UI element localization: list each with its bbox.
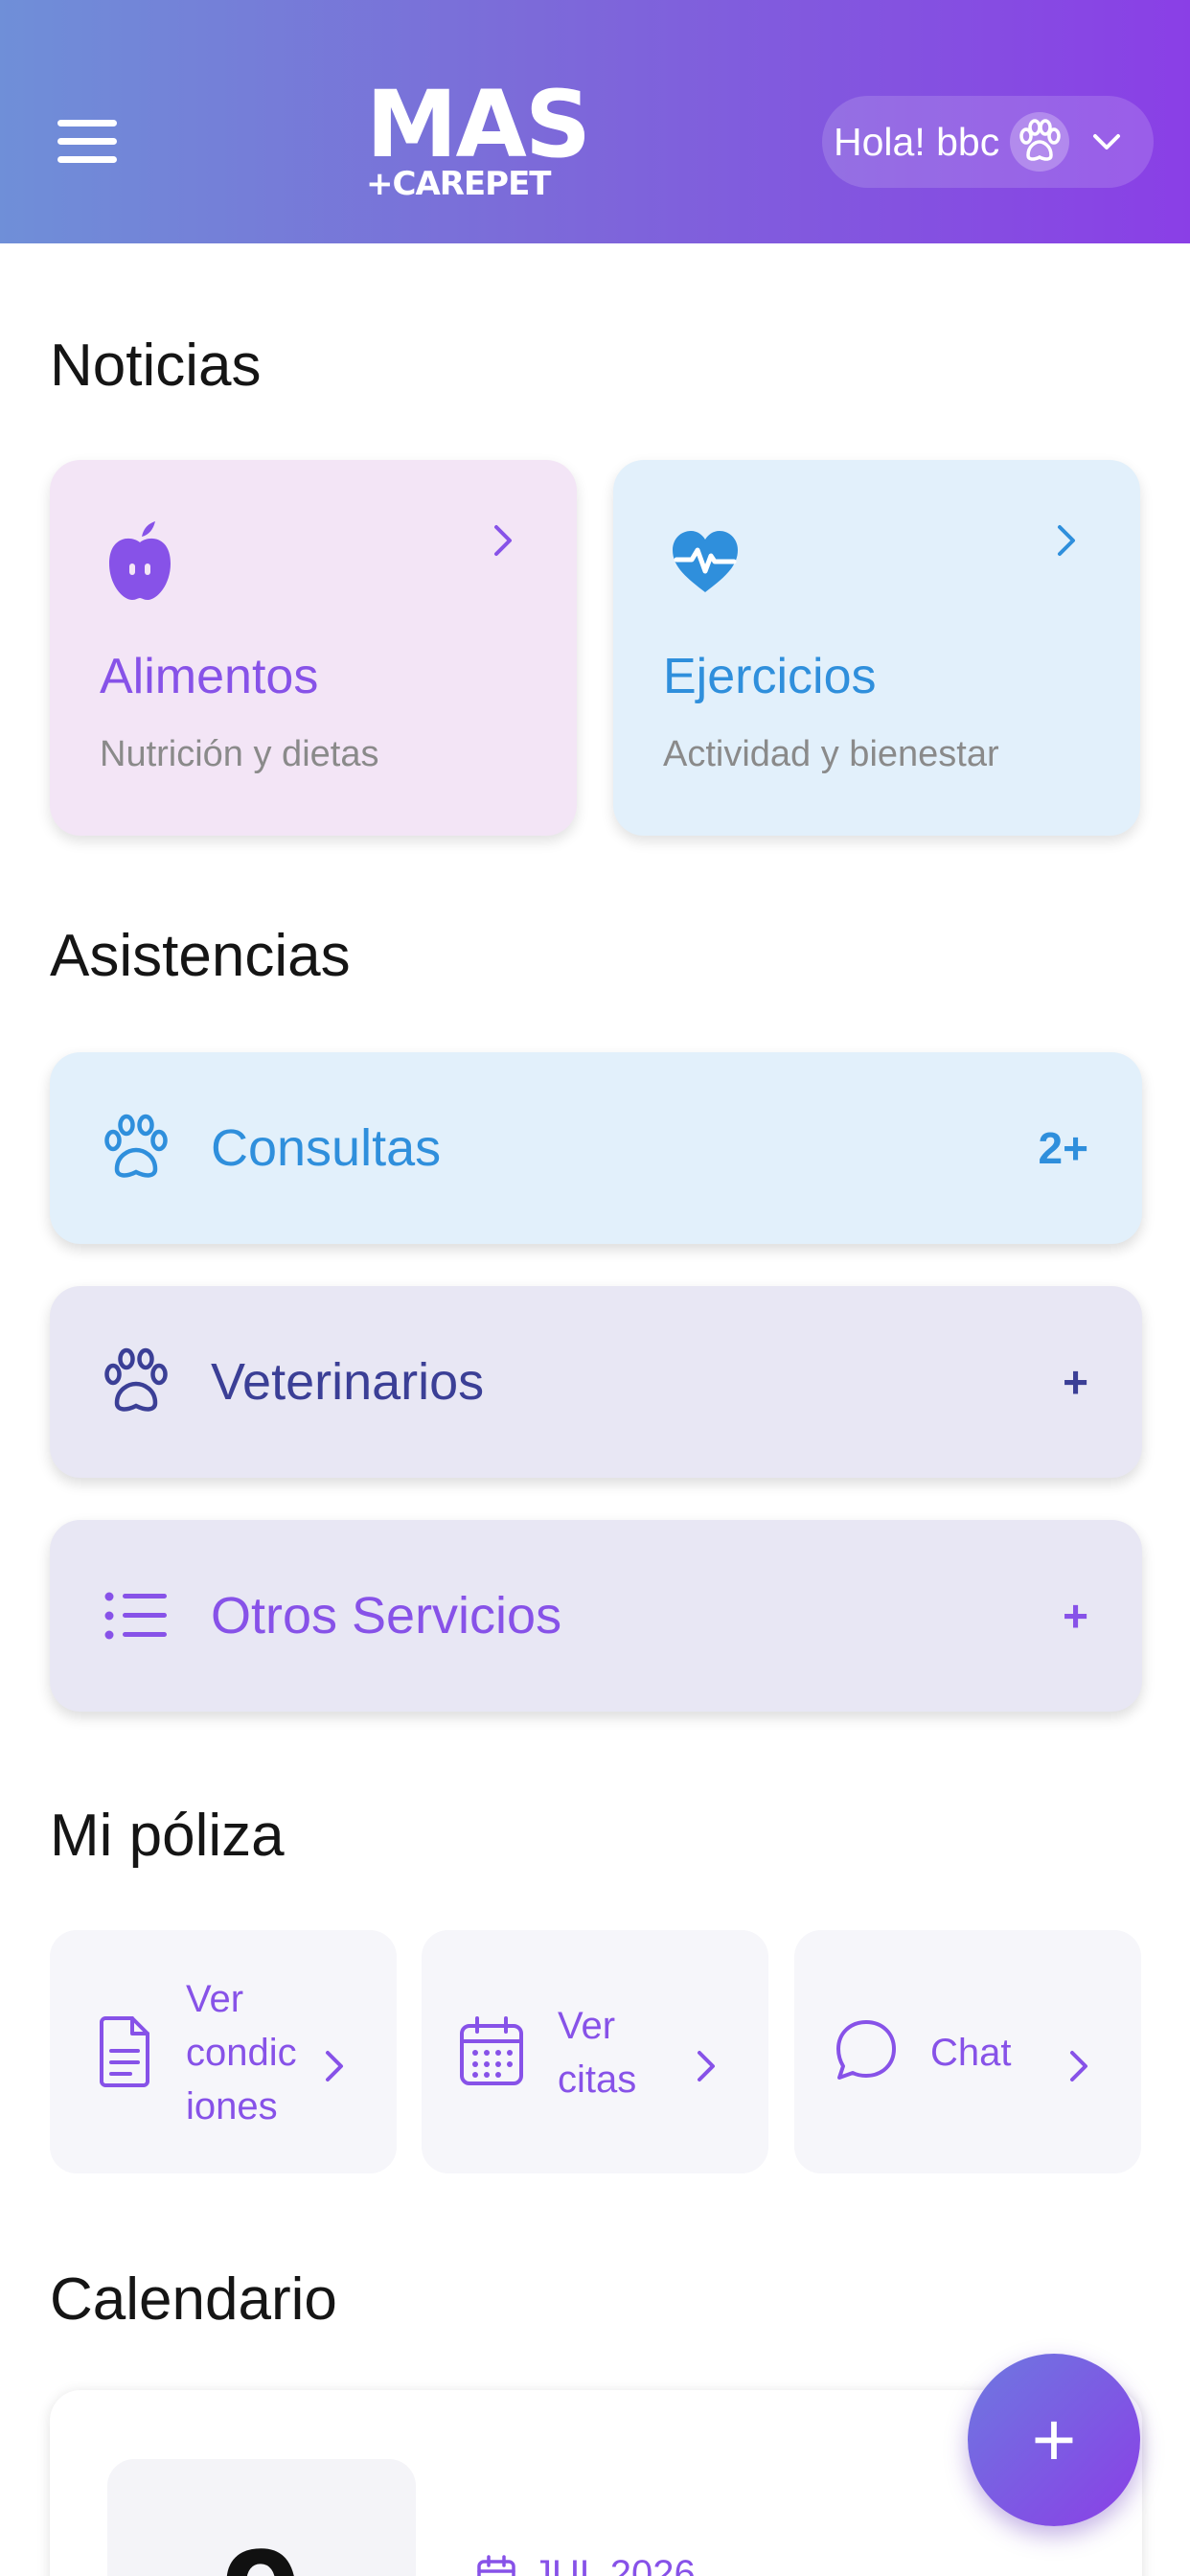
chevron-down-icon: [1093, 134, 1121, 150]
chevron-right-icon: [494, 525, 512, 556]
assistance-section-title: Asistencias: [50, 923, 351, 989]
list-icon: [104, 1592, 167, 1640]
calendar-day: 9: [107, 2517, 416, 2576]
policy-tile-label: Ver citas: [558, 2005, 637, 2101]
news-card-subtitle: Actividad y bienestar: [663, 734, 999, 774]
paw-icon: [104, 1347, 168, 1412]
calendar-month: JUL 2026: [533, 2553, 696, 2576]
policy-section-title: Mi póliza: [50, 1803, 285, 1869]
document-icon: [100, 2016, 149, 2087]
assist-item-label: Otros Servicios: [211, 1587, 562, 1644]
assist-item-veterinarios[interactable]: Veterinarios +: [50, 1286, 1142, 1478]
app-header: MAS +CAREPET Hola! bbc: [0, 0, 1190, 243]
news-card-ejercicios[interactable]: Ejercicios Actividad y bienestar: [613, 460, 1140, 836]
policy-tile-appointments[interactable]: Ver citas: [422, 1930, 768, 2174]
assist-item-count: 2+: [1038, 1123, 1088, 1173]
menu-icon[interactable]: [57, 120, 117, 164]
chevron-right-icon: [1070, 2051, 1087, 2082]
calendar-icon: [460, 2016, 523, 2085]
assist-item-otros-servicios[interactable]: Otros Servicios +: [50, 1520, 1142, 1712]
chevron-right-icon: [698, 2051, 715, 2082]
news-section-title: Noticias: [50, 333, 262, 399]
news-card-title: Ejercicios: [663, 649, 877, 704]
paw-icon: [1010, 112, 1070, 172]
assist-item-label: Veterinarios: [211, 1353, 485, 1411]
paw-icon: [104, 1114, 168, 1178]
heartbeat-icon: [673, 531, 738, 592]
expand-icon: +: [1063, 1591, 1088, 1641]
greeting-text: Hola! bbc: [834, 119, 1000, 164]
assist-item-label: Consultas: [211, 1119, 442, 1177]
plus-icon: +: [1031, 2397, 1077, 2482]
news-card-title: Alimentos: [100, 649, 319, 704]
add-fab-button[interactable]: +: [968, 2354, 1140, 2526]
news-card-alimentos[interactable]: Alimentos Nutrición y dietas: [50, 460, 577, 836]
calendar-icon: [477, 2554, 515, 2576]
chevron-right-icon: [326, 2051, 343, 2082]
calendar-day-box: 9: [107, 2459, 416, 2576]
user-menu-button[interactable]: Hola! bbc: [822, 96, 1154, 188]
policy-tile-conditions[interactable]: Ver condic iones: [50, 1930, 397, 2174]
news-card-subtitle: Nutrición y dietas: [100, 734, 379, 774]
policy-tile-chat[interactable]: Chat: [794, 1930, 1141, 2174]
chat-bubble-icon: [836, 2020, 896, 2080]
calendar-section-title: Calendario: [50, 2266, 337, 2333]
assist-item-consultas[interactable]: Consultas 2+: [50, 1052, 1142, 1244]
chevron-right-icon: [1058, 525, 1075, 556]
policy-tile-label: Ver condic iones: [186, 1978, 297, 2128]
policy-tile-label: Chat: [930, 2032, 1012, 2074]
brand-name: MAS: [366, 71, 591, 178]
brand-logo: MAS +CAREPET: [366, 79, 596, 203]
calendar-month-row: JUL 2026: [475, 2553, 696, 2576]
apple-icon: [109, 521, 171, 600]
expand-icon: +: [1063, 1357, 1088, 1407]
